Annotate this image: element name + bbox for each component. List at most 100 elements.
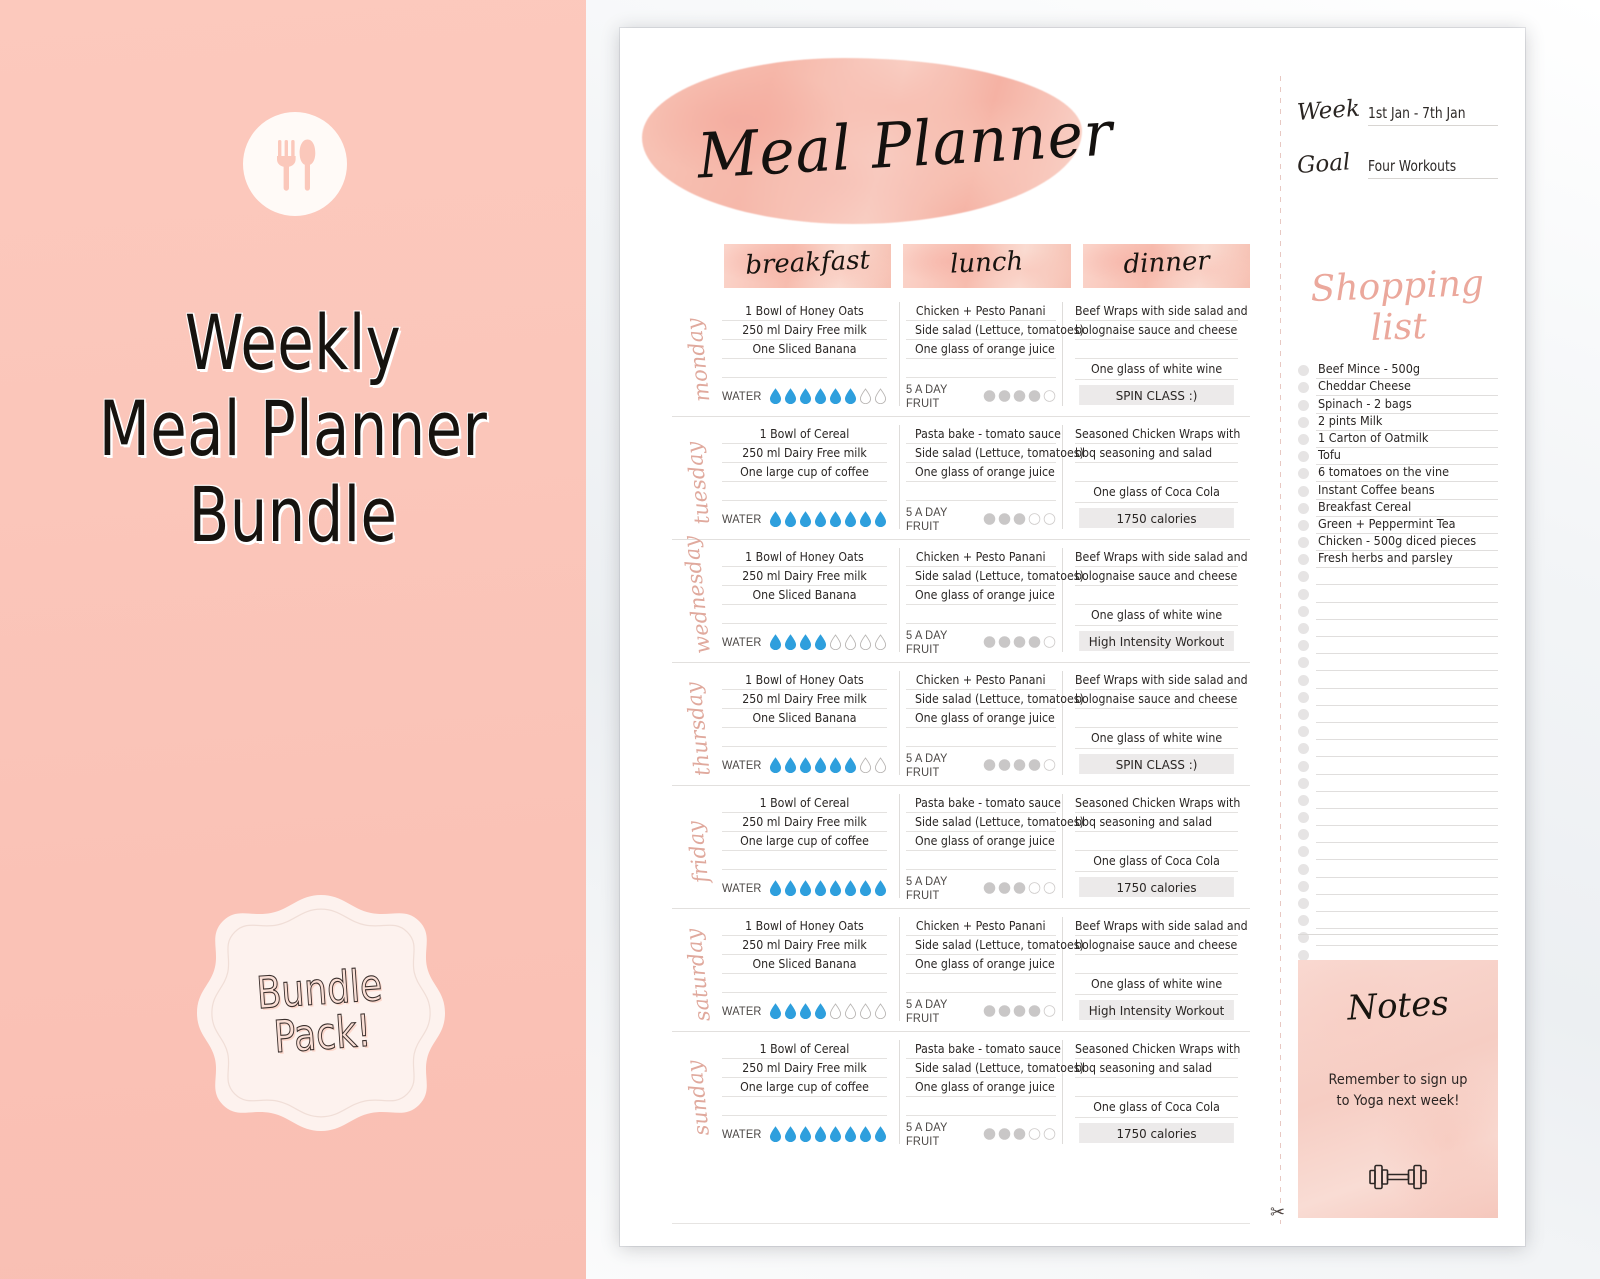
shopping-checkbox[interactable] xyxy=(1298,657,1309,669)
dinner-drink-line[interactable]: One glass of Coca Cola xyxy=(1074,1096,1238,1118)
cell-dinner[interactable]: Seasoned Chicken Wraps with bbq seasoning… xyxy=(1074,425,1240,529)
fruit-circles[interactable] xyxy=(983,1126,1056,1142)
fruit-tracker[interactable]: 5 A DAY FRUIT xyxy=(906,997,1056,1025)
cell-dinner[interactable]: Beef Wraps with side salad and bolognaise… xyxy=(1074,302,1248,406)
fruit-circles[interactable] xyxy=(983,388,1056,404)
activity-chip[interactable]: 1750 calories xyxy=(1079,1123,1234,1143)
shopping-checkbox[interactable] xyxy=(1298,708,1309,720)
shopping-list-item[interactable] xyxy=(1298,740,1498,758)
shopping-list-item[interactable] xyxy=(1298,689,1498,706)
shopping-list-item[interactable] xyxy=(1298,826,1498,844)
shopping-checkbox[interactable] xyxy=(1298,399,1309,411)
fruit-tracker[interactable]: 5 A DAY FRUIT xyxy=(906,1120,1056,1148)
fruit-tracker[interactable]: 5 A DAY FRUIT xyxy=(906,382,1056,410)
shopping-checkbox[interactable] xyxy=(1298,898,1309,909)
goal-field[interactable]: Goal Four Workouts xyxy=(1296,149,1498,179)
cell-dinner[interactable]: Beef Wraps with side salad and bolognaise… xyxy=(1074,917,1248,1021)
cell-lunch[interactable]: Pasta bake - tomato sauce Side salad (Let… xyxy=(899,425,1084,533)
shopping-list-item[interactable] xyxy=(1298,878,1498,895)
activity-chip[interactable]: SPIN CLASS :) xyxy=(1079,385,1234,405)
cell-lunch[interactable]: Chicken + Pesto Panani Side salad (Lettuc… xyxy=(899,917,1084,1025)
shopping-checkbox[interactable] xyxy=(1298,502,1309,514)
shopping-list-item[interactable]: Beef Mince - 500g xyxy=(1298,361,1498,380)
water-drops[interactable] xyxy=(769,880,887,896)
water-tracker[interactable]: WATER xyxy=(722,1124,887,1144)
fruit-circles[interactable] xyxy=(983,880,1056,896)
shopping-list-item[interactable] xyxy=(1298,757,1498,775)
dinner-drink-line[interactable]: One glass of white wine xyxy=(1074,358,1238,380)
shopping-checkbox[interactable] xyxy=(1298,588,1309,600)
activity-chip[interactable]: High Intensity Workout xyxy=(1079,631,1234,651)
cell-lunch[interactable]: Chicken + Pesto Panani Side salad (Lettuc… xyxy=(899,548,1084,656)
shopping-checkbox[interactable] xyxy=(1298,949,1309,961)
fruit-tracker[interactable]: 5 A DAY FRUIT xyxy=(906,505,1056,533)
cell-lunch[interactable]: Chicken + Pesto Panani Side salad (Lettuc… xyxy=(899,302,1084,410)
shopping-list-item[interactable]: 6 tomatoes on the vine xyxy=(1298,464,1498,483)
shopping-list-item[interactable] xyxy=(1298,912,1498,930)
cell-dinner[interactable]: Beef Wraps with side salad and bolognaise… xyxy=(1074,671,1248,775)
shopping-list-item[interactable]: 2 pints Milk xyxy=(1298,413,1498,431)
fruit-circles[interactable] xyxy=(983,634,1056,650)
shopping-list-item[interactable]: Green + Peppermint Tea xyxy=(1298,516,1498,534)
shopping-checkbox[interactable] xyxy=(1298,365,1309,377)
shopping-checkbox[interactable] xyxy=(1298,537,1309,549)
water-drops[interactable] xyxy=(769,757,887,773)
shopping-checkbox[interactable] xyxy=(1298,760,1309,772)
shopping-list-item[interactable]: Tofu xyxy=(1298,447,1498,466)
fruit-circles[interactable] xyxy=(983,511,1056,527)
water-tracker[interactable]: WATER xyxy=(722,632,887,652)
shopping-list-item[interactable] xyxy=(1298,809,1498,827)
fruit-circles[interactable] xyxy=(983,1003,1056,1019)
shopping-checkbox[interactable] xyxy=(1298,863,1309,875)
shopping-list-item[interactable]: 1 Carton of Oatmilk xyxy=(1298,430,1498,448)
dinner-drink-line[interactable]: One glass of white wine xyxy=(1074,604,1238,626)
shopping-checkbox[interactable] xyxy=(1298,880,1309,892)
shopping-checkbox[interactable] xyxy=(1298,605,1309,617)
shopping-list-item[interactable] xyxy=(1298,723,1498,741)
shopping-list-item[interactable] xyxy=(1298,706,1498,723)
shopping-list-item[interactable] xyxy=(1298,654,1498,672)
shopping-list-item[interactable] xyxy=(1298,671,1498,689)
shopping-checkbox[interactable] xyxy=(1298,468,1309,480)
shopping-list-item[interactable]: Chicken - 500g diced pieces xyxy=(1298,533,1498,552)
shopping-checkbox[interactable] xyxy=(1298,829,1309,841)
shopping-checkbox[interactable] xyxy=(1298,777,1309,789)
shopping-checkbox[interactable] xyxy=(1298,451,1309,463)
shopping-checkbox[interactable] xyxy=(1298,640,1309,652)
dinner-drink-line[interactable]: One glass of white wine xyxy=(1074,973,1238,995)
fruit-tracker[interactable]: 5 A DAY FRUIT xyxy=(906,751,1056,779)
cell-lunch[interactable]: Pasta bake - tomato sauce Side salad (Let… xyxy=(899,794,1084,902)
shopping-list-item[interactable] xyxy=(1298,568,1498,586)
shopping-list-item[interactable] xyxy=(1298,603,1498,620)
shopping-checkbox[interactable] xyxy=(1298,743,1309,755)
cell-dinner[interactable]: Beef Wraps with side salad and bolognaise… xyxy=(1074,548,1248,652)
shopping-checkbox[interactable] xyxy=(1298,433,1309,445)
shopping-list-item[interactable] xyxy=(1298,792,1498,809)
shopping-checkbox[interactable] xyxy=(1298,726,1309,738)
activity-chip[interactable]: SPIN CLASS :) xyxy=(1079,754,1234,774)
cell-dinner[interactable]: Seasoned Chicken Wraps with bbq seasoning… xyxy=(1074,794,1240,898)
dinner-drink-line[interactable]: One glass of white wine xyxy=(1074,727,1238,749)
shopping-checkbox[interactable] xyxy=(1298,416,1309,428)
water-tracker[interactable]: WATER xyxy=(722,755,887,775)
dinner-drink-line[interactable]: One glass of Coca Cola xyxy=(1074,850,1238,872)
shopping-checkbox[interactable] xyxy=(1298,382,1309,394)
shopping-list-item[interactable] xyxy=(1298,585,1498,603)
water-drops[interactable] xyxy=(769,634,887,650)
shopping-checkbox[interactable] xyxy=(1298,554,1309,566)
shopping-checkbox[interactable] xyxy=(1298,485,1309,497)
shopping-list-item[interactable]: Fresh herbs and parsley xyxy=(1298,550,1498,569)
shopping-list-item[interactable]: Breakfast Cereal xyxy=(1298,499,1498,517)
shopping-checkbox[interactable] xyxy=(1298,623,1309,634)
shopping-list-item[interactable]: Instant Coffee beans xyxy=(1298,482,1498,500)
shopping-checkbox[interactable] xyxy=(1298,794,1309,806)
water-tracker[interactable]: WATER xyxy=(722,878,887,898)
shopping-checkbox[interactable] xyxy=(1298,915,1309,927)
water-drops[interactable] xyxy=(769,388,887,404)
shopping-list-item[interactable]: Spinach - 2 bags xyxy=(1298,396,1498,414)
shopping-checkbox[interactable] xyxy=(1298,846,1309,858)
dinner-drink-line[interactable]: One glass of Coca Cola xyxy=(1074,481,1238,503)
cell-lunch[interactable]: Chicken + Pesto Panani Side salad (Lettuc… xyxy=(899,671,1084,779)
notes-body[interactable]: Remember to sign up to Yoga next week! xyxy=(1306,1070,1490,1112)
week-field[interactable]: Week 1st Jan - 7th Jan xyxy=(1296,96,1498,126)
